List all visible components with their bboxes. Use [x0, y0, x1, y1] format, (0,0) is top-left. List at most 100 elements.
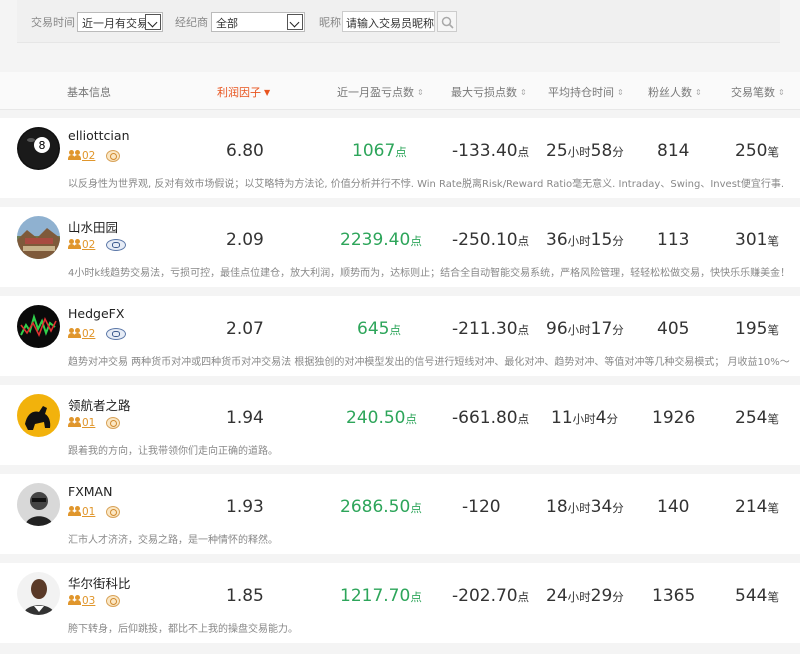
- trades-unit: 笔: [767, 323, 779, 337]
- max-loss-value: -250.10: [452, 230, 518, 250]
- trades-unit: 笔: [767, 145, 779, 159]
- col-max-loss-label: 最大亏损点数: [451, 86, 517, 99]
- users-icon: [68, 417, 82, 427]
- broker-gold-icon: [106, 417, 120, 429]
- level-value: 03: [82, 595, 96, 607]
- time-filter-value: 近一月有交易: [82, 17, 148, 30]
- level-badge: 03: [68, 595, 95, 607]
- hours-unit: 小时: [567, 323, 591, 337]
- profit-factor: 1.94: [226, 408, 264, 428]
- hours-unit: 小时: [567, 145, 591, 159]
- table-row[interactable]: 山水田园 02 2.09 2239.40点 -250.10点 36小时15分 1…: [0, 207, 800, 287]
- trader-name[interactable]: 华尔街科比: [68, 573, 131, 592]
- trades-value: 195: [735, 319, 768, 339]
- users-icon: [68, 239, 82, 249]
- hold-mins: 29: [590, 586, 613, 606]
- broker-filter-select[interactable]: 全部: [211, 12, 305, 32]
- month-points: 1217.70点: [340, 586, 422, 606]
- table-row[interactable]: 8 elliottcian 02 6.80 1067点 -133.40点 25小…: [0, 118, 800, 198]
- avg-hold: 25小时58分: [546, 141, 624, 161]
- sort-icon[interactable]: ⇕: [778, 88, 785, 97]
- avg-hold: 24小时29分: [546, 586, 624, 606]
- month-points: 645点: [357, 319, 401, 339]
- avatar[interactable]: [17, 483, 60, 526]
- sort-icon[interactable]: ⇕: [417, 88, 424, 97]
- time-filter-select[interactable]: 近一月有交易: [77, 12, 163, 32]
- col-profit-factor[interactable]: 利润因子 ▼: [217, 84, 270, 100]
- col-trades[interactable]: 交易笔数 ⇕: [731, 84, 785, 100]
- col-month-points-label: 近一月盈亏点数: [337, 86, 414, 99]
- trader-description: 以反身性为世界观, 反对有效市场假说；以艾略特为方法论, 价值分析并行不悖. W…: [68, 179, 785, 190]
- avatar[interactable]: [17, 394, 60, 437]
- trader-name[interactable]: HedgeFX: [68, 306, 124, 321]
- col-avg-hold[interactable]: 平均持仓时间 ⇕: [548, 84, 624, 100]
- avg-hold: 18小时34分: [546, 497, 624, 517]
- sort-icon[interactable]: ⇕: [617, 88, 624, 97]
- month-points-value: 1067: [352, 141, 396, 161]
- minutes-unit: 分: [612, 234, 624, 248]
- profit-factor: 2.09: [226, 230, 264, 250]
- level-badge: 02: [68, 239, 95, 251]
- month-points: 2686.50点: [340, 497, 422, 517]
- max-loss: -120: [462, 497, 501, 517]
- month-points-value: 645: [357, 319, 390, 339]
- table-row[interactable]: FXMAN 01 1.93 2686.50点 -120 18小时34分 140 …: [0, 474, 800, 554]
- col-avg-hold-label: 平均持仓时间: [548, 86, 614, 99]
- sort-icon[interactable]: ⇕: [695, 88, 702, 97]
- col-month-points[interactable]: 近一月盈亏点数 ⇕: [337, 84, 424, 100]
- points-unit: 点: [517, 145, 530, 159]
- avatar[interactable]: [17, 572, 60, 615]
- trades-unit: 笔: [767, 590, 779, 604]
- users-icon: [68, 150, 82, 160]
- hours-unit: 小时: [567, 590, 591, 604]
- level-badge: 02: [68, 328, 95, 340]
- hold-hours: 11: [551, 408, 573, 428]
- col-fans[interactable]: 粉丝人数 ⇕: [648, 84, 702, 100]
- trader-description: 4小时k线趋势交易法，亏损可控，最佳点位建仓，放大利润，顺势而为，达标则止；结合…: [68, 268, 791, 279]
- max-loss: -661.80点: [452, 408, 529, 428]
- hours-unit: 小时: [572, 412, 596, 426]
- table-row[interactable]: HedgeFX 02 2.07 645点 -211.30点 96小时17分 40…: [0, 296, 800, 376]
- table-row[interactable]: 华尔街科比 03 1.85 1217.70点 -202.70点 24小时29分 …: [0, 563, 800, 643]
- table-row[interactable]: 领航者之路 01 1.94 240.50点 -661.80点 11小时4分 19…: [0, 385, 800, 465]
- broker-gold-icon: [106, 506, 120, 518]
- avg-hold: 36小时15分: [546, 230, 624, 250]
- col-fans-label: 粉丝人数: [648, 86, 692, 99]
- avatar[interactable]: [17, 216, 60, 259]
- trader-description: 胯下转身，后仰跳投，都比不上我的操盘交易能力。: [68, 624, 298, 635]
- minutes-unit: 分: [612, 323, 624, 337]
- profit-factor: 6.80: [226, 141, 264, 161]
- broker-gold-icon: [106, 595, 120, 607]
- broker-filter-value: 全部: [216, 17, 238, 30]
- col-max-loss[interactable]: 最大亏损点数 ⇕: [451, 84, 527, 100]
- trader-name[interactable]: elliottcian: [68, 128, 130, 143]
- profit-factor: 1.85: [226, 586, 264, 606]
- fans-count: 1365: [652, 586, 696, 606]
- table-header: 基本信息 利润因子 ▼ 近一月盈亏点数 ⇕ 最大亏损点数 ⇕ 平均持仓时间 ⇕ 粉丝人数…: [0, 72, 800, 110]
- trader-description: 跟着我的方向，让我带领你们走向正确的道路。: [68, 446, 278, 457]
- search-button[interactable]: [437, 11, 457, 32]
- trader-name[interactable]: FXMAN: [68, 484, 112, 499]
- avatar[interactable]: 8: [17, 127, 60, 170]
- broker-gold-icon: [106, 150, 120, 162]
- trades-count: 214笔: [735, 497, 779, 517]
- chevron-down-icon[interactable]: [287, 14, 303, 30]
- points-unit: 点: [517, 412, 530, 426]
- users-icon: [68, 506, 82, 516]
- sort-icon[interactable]: ⇕: [520, 88, 527, 97]
- points-unit: 点: [517, 323, 530, 337]
- trades-count: 254笔: [735, 408, 779, 428]
- points-unit: 点: [389, 323, 401, 337]
- month-points-value: 2686.50: [340, 497, 411, 517]
- trader-name[interactable]: 山水田园: [68, 217, 118, 236]
- trader-name[interactable]: 领航者之路: [68, 395, 131, 414]
- trades-count: 301笔: [735, 230, 779, 250]
- avatar[interactable]: [17, 305, 60, 348]
- hold-mins: 15: [590, 230, 613, 250]
- nickname-search-input[interactable]: 请输入交易员昵称: [342, 11, 435, 32]
- filter-bar: 交易时间 近一月有交易 经纪商 全部 昵称 请输入交易员昵称: [17, 0, 780, 43]
- minutes-unit: 分: [612, 145, 624, 159]
- hours-unit: 小时: [567, 501, 591, 515]
- sort-desc-icon[interactable]: ▼: [264, 88, 270, 97]
- chevron-down-icon[interactable]: [145, 14, 161, 30]
